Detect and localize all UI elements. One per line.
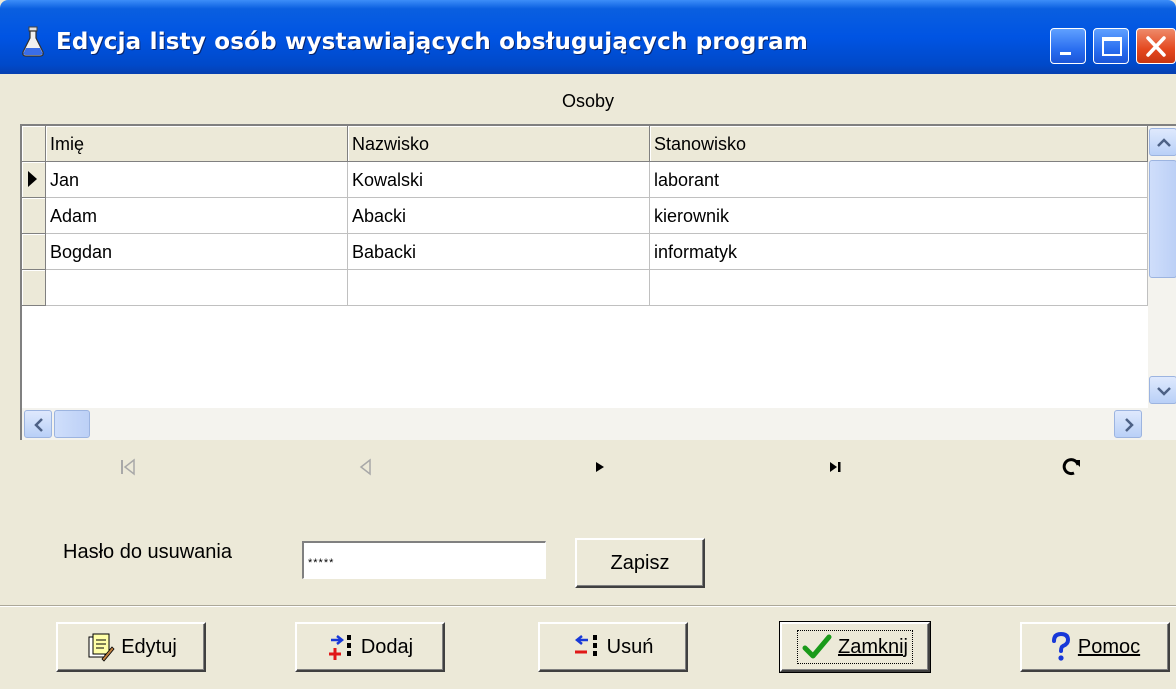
table-row[interactable]: Adam Abacki kierownik (46, 198, 1148, 234)
cell-position[interactable]: kierownik (650, 198, 1148, 234)
next-record-icon (596, 462, 604, 472)
last-record-icon (830, 462, 841, 472)
minimize-icon (1060, 52, 1071, 55)
cell-first-name[interactable]: Bogdan (46, 234, 348, 270)
cell-last-name[interactable]: Kowalski (348, 162, 650, 198)
refresh-button[interactable] (1052, 455, 1092, 485)
focus-rectangle: Zamknij (796, 630, 913, 664)
refresh-icon (1062, 458, 1080, 476)
chevron-left-icon (34, 418, 43, 432)
cell-last-name[interactable] (348, 270, 650, 306)
save-password-button[interactable]: Zapisz (575, 538, 705, 588)
row-pointer-icon (28, 171, 37, 187)
title-bar[interactable]: Edycja listy osób wystawiających obsługu… (0, 0, 1176, 74)
delete-button[interactable]: Usuń (538, 622, 688, 672)
first-record-icon (121, 458, 135, 476)
edit-icon (88, 633, 115, 662)
main-window: Edycja listy osób wystawiających obsługu… (0, 0, 1176, 689)
add-button[interactable]: Dodaj (295, 622, 445, 672)
grid-corner (22, 126, 46, 162)
cell-last-name[interactable]: Abacki (348, 198, 650, 234)
minimize-button[interactable] (1050, 28, 1086, 64)
chevron-up-icon (1157, 138, 1171, 147)
scroll-left-button[interactable] (24, 410, 52, 438)
horizontal-scroll-thumb[interactable] (54, 410, 90, 438)
cell-first-name[interactable] (46, 270, 348, 306)
vertical-scrollbar[interactable] (1148, 126, 1176, 408)
cell-position[interactable]: laborant (650, 162, 1148, 198)
table-row[interactable]: Jan Kowalski laborant (46, 162, 1148, 198)
row-indicator[interactable] (22, 270, 46, 306)
section-label: Osoby (561, 91, 615, 111)
add-record-icon (328, 635, 351, 660)
chevron-right-icon (1125, 418, 1134, 432)
cell-position[interactable] (650, 270, 1148, 306)
cell-first-name[interactable]: Jan (46, 162, 348, 198)
close-window-button[interactable] (1136, 28, 1176, 64)
first-record-button[interactable] (108, 455, 148, 485)
column-header-first-name[interactable]: Imię (46, 126, 348, 162)
divider (0, 605, 1176, 607)
edit-button-label: Edytuj (121, 635, 177, 658)
chevron-down-icon (1157, 387, 1171, 396)
edit-button[interactable]: Edytuj (56, 622, 206, 672)
cell-first-name[interactable]: Adam (46, 198, 348, 234)
add-button-label: Dodaj (360, 635, 414, 658)
close-button[interactable]: Zamknij (779, 621, 931, 673)
delete-record-icon (574, 635, 597, 656)
cell-position[interactable]: informatyk (650, 234, 1148, 270)
close-icon (1146, 36, 1166, 57)
help-button-label: Pomoc (1077, 635, 1141, 658)
row-indicator[interactable] (22, 234, 46, 270)
maximize-icon (1102, 37, 1122, 56)
flask-icon (22, 26, 44, 57)
cell-last-name[interactable]: Babacki (348, 234, 650, 270)
column-header-position[interactable]: Stanowisko (650, 126, 1148, 162)
window-title: Edycja listy osób wystawiających obsługu… (56, 29, 809, 55)
table-row[interactable]: Bogdan Babacki informatyk (46, 234, 1148, 270)
scroll-down-button[interactable] (1149, 376, 1176, 404)
table-row[interactable] (46, 270, 1148, 306)
row-indicator[interactable] (22, 198, 46, 234)
scroll-up-button[interactable] (1149, 128, 1176, 156)
last-record-button[interactable] (815, 455, 855, 485)
delete-button-label: Usuń (606, 635, 654, 658)
vertical-scroll-thumb[interactable] (1149, 160, 1176, 278)
maximize-button[interactable] (1093, 28, 1129, 64)
password-input[interactable] (302, 541, 546, 579)
prior-record-button[interactable] (345, 455, 385, 485)
close-button-label: Zamknij (837, 635, 908, 658)
scroll-right-button[interactable] (1114, 410, 1142, 438)
checkmark-icon (802, 634, 832, 659)
question-mark-icon (1051, 632, 1070, 661)
help-button[interactable]: Pomoc (1020, 622, 1170, 672)
row-indicator[interactable] (22, 162, 46, 198)
prior-record-icon (359, 458, 371, 476)
password-label: Hasło do usuwania (63, 541, 232, 563)
horizontal-scrollbar[interactable] (22, 408, 1176, 440)
column-header-last-name[interactable]: Nazwisko (348, 126, 650, 162)
next-record-button[interactable] (580, 455, 620, 485)
persons-grid[interactable]: Imię Nazwisko Stanowisko Jan Kowalski la… (20, 124, 1176, 440)
